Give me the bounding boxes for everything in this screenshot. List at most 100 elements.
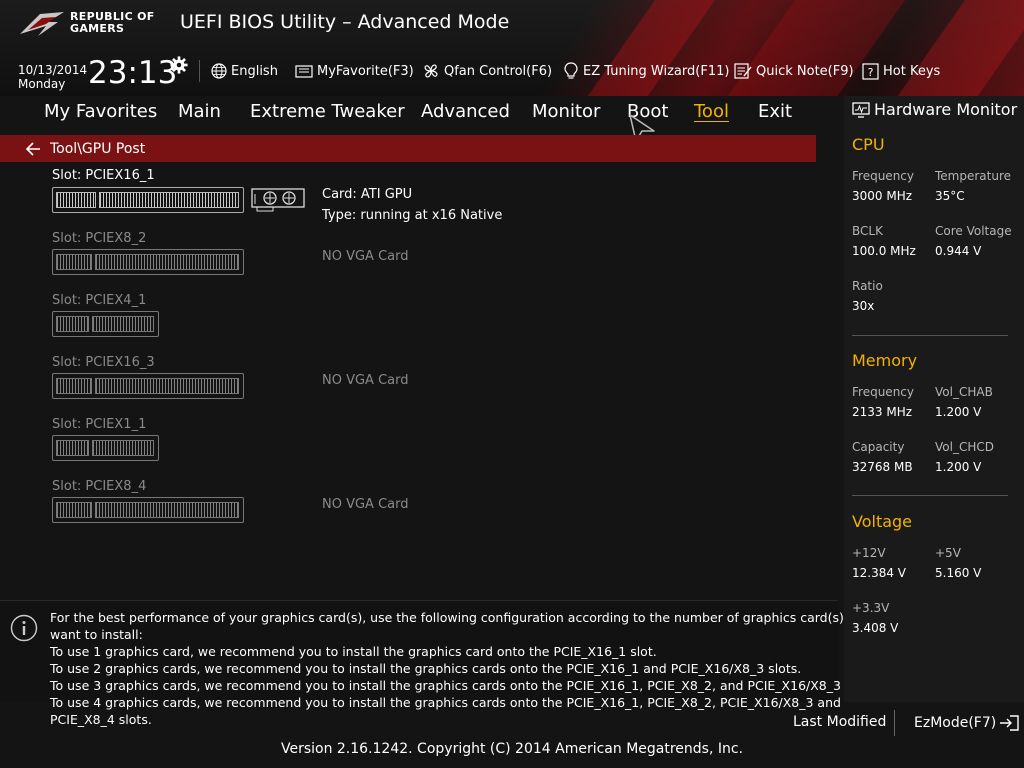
svg-text:?: ? [868,66,874,79]
monitor-icon [852,101,870,118]
core-voltage-label: Core Voltage [935,224,1012,238]
bclk-value: 100.0 MHz [852,244,916,258]
v33-label: +3.3V [852,601,890,615]
hwm-divider [852,335,1008,336]
app-title: UEFI BIOS Utility – Advanced Mode [180,11,510,33]
help-line: To use 1 graphics card, we recommend you… [50,644,657,659]
vol-chab-label: Vol_CHAB [935,385,993,399]
v12-label: +12V [852,546,886,560]
v5-label: +5V [935,546,961,560]
note-icon [734,63,752,79]
language-label: English [231,63,278,79]
cpu-temperature-value: 35°C [935,189,965,203]
help-line: To use 4 graphics cards, we recommend yo… [50,695,841,710]
cpu-frequency-value: 3000 MHz [852,189,913,203]
core-voltage-value: 0.944 V [935,244,982,258]
slot-1-card-name: Card: ATI GPU [322,187,413,202]
slot-pciex16-1[interactable] [52,187,244,213]
slot-label-pciex1-1: Slot: PCIEX1_1 [52,417,147,432]
slot-pciex8-4[interactable] [52,497,244,523]
last-modified-button[interactable]: Last Modified [793,714,886,730]
tab-my-favorites[interactable]: My Favorites [44,101,157,122]
capacity-label: Capacity [852,440,905,454]
memory-frequency-label: Frequency [852,385,914,399]
vol-chcd-value: 1.200 V [935,460,982,474]
header-divider [199,60,200,82]
help-line: To use 2 graphics cards, we recommend yo… [50,661,802,676]
graphics-card-icon [251,188,305,212]
ez-tuning-wizard-button[interactable]: EZ Tuning Wizard(F11) [563,60,729,82]
back-arrow-icon[interactable] [24,140,42,158]
question-icon: ? [862,62,879,80]
slot-pciex8-2[interactable] [52,249,244,275]
rog-eye-icon [20,12,64,36]
slot-label-pciex8-4: Slot: PCIEX8_4 [52,479,147,494]
ratio-label: Ratio [852,279,883,293]
cpu-frequency-label: Frequency [852,169,914,183]
lightbulb-icon [564,62,578,79]
myfavorite-button[interactable]: MyFavorite(F3) [295,60,414,82]
day-text: Monday [18,77,66,91]
bclk-label: BCLK [852,224,883,238]
version-copyright: Version 2.16.1242. Copyright (C) 2014 Am… [280,741,744,757]
vol-chcd-label: Vol_CHCD [935,440,994,454]
voltage-heading: Voltage [852,512,913,531]
ezmode-label: EzMode(F7) [914,715,997,731]
slot-pciex4-1[interactable] [52,311,159,337]
slot-label-pciex8-2: Slot: PCIEX8_2 [52,231,147,246]
qfan-control-button[interactable]: Qfan Control(F6) [422,60,552,82]
hot-keys-label: Hot Keys [883,63,941,79]
slot-3-status: NO VGA Card [322,373,409,388]
tab-main[interactable]: Main [178,101,221,122]
slot-4-status: NO VGA Card [322,497,409,512]
footer-divider [894,710,895,736]
ratio-value: 30x [852,299,875,313]
qfan-label: Qfan Control(F6) [444,63,553,79]
quick-note-label: Quick Note(F9) [756,63,854,79]
info-icon [10,614,38,642]
hwm-divider [852,495,1008,496]
slot-label-pciex16-3: Slot: PCIEX16_3 [52,355,155,370]
v33-value: 3.408 V [852,621,899,635]
date-display: 10/13/2014 Monday [18,63,87,91]
gear-icon[interactable] [170,56,188,74]
help-line: To use 3 graphics cards, we recommend yo… [50,678,878,693]
exit-arrow-icon [1000,715,1019,731]
v12-value: 12.384 V [852,566,907,580]
help-line: PCIE_X8_4 slots. [50,712,152,727]
memory-heading: Memory [852,351,918,370]
tab-tool[interactable]: Tool [694,101,729,122]
cpu-heading: CPU [852,135,885,154]
slot-1-card-type: Type: running at x16 Native [322,208,503,223]
tab-advanced[interactable]: Advanced [421,101,510,122]
cpu-temperature-label: Temperature [935,169,1012,183]
memory-frequency-value: 2133 MHz [852,405,913,419]
slot-2-status: NO VGA Card [322,249,409,264]
language-button[interactable]: English [211,60,278,82]
breadcrumb: Tool\GPU Post [0,135,816,162]
tab-monitor[interactable]: Monitor [532,101,600,122]
favorite-folder-icon [295,65,313,78]
v5-value: 5.160 V [935,566,982,580]
globe-icon [211,63,227,79]
tab-extreme-tweaker[interactable]: Extreme Tweaker [250,101,405,122]
tab-exit[interactable]: Exit [758,101,792,122]
capacity-value: 32768 MB [852,460,913,474]
help-text: For the best performance of your graphic… [50,609,878,728]
main-nav: My Favorites Main Extreme Tweaker Advanc… [0,96,840,132]
help-line: want to install: [50,627,143,642]
fan-icon [424,64,438,78]
slot-label-pciex4-1: Slot: PCIEX4_1 [52,293,147,308]
hot-keys-button[interactable]: ? Hot Keys [862,60,940,82]
quick-note-button[interactable]: Quick Note(F9) [734,60,854,82]
ez-tuning-label: EZ Tuning Wizard(F11) [583,63,730,79]
myfavorite-label: MyFavorite(F3) [317,63,414,79]
clock: 23:13 [88,55,178,91]
breadcrumb-path: Tool\GPU Post [50,140,146,157]
hardware-monitor-title: Hardware Monitor [852,100,1017,119]
date-text: 10/13/2014 [18,63,88,77]
ezmode-button[interactable]: EzMode(F7) [914,714,1020,732]
help-line: For the best performance of your graphic… [50,610,871,625]
slot-pciex16-3[interactable] [52,373,244,399]
slot-pciex1-1[interactable] [52,435,159,461]
